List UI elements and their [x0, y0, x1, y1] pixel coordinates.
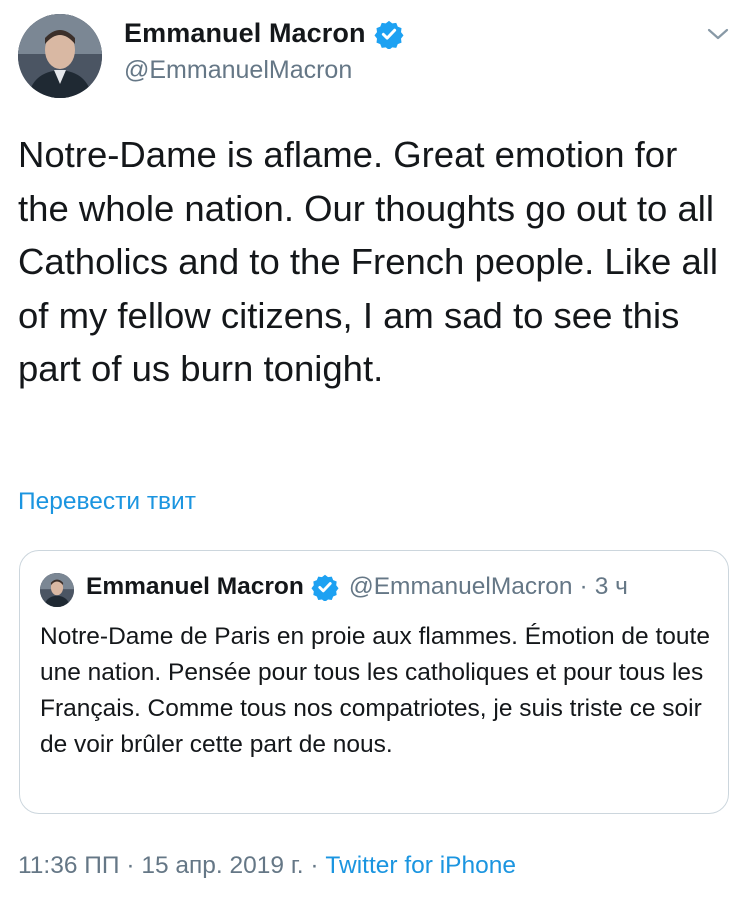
- author-name-row: Emmanuel Macron: [124, 18, 404, 50]
- quoted-author-handle: @EmmanuelMacron: [348, 573, 573, 600]
- author-name[interactable]: Emmanuel Macron: [124, 18, 366, 49]
- translate-tweet-link[interactable]: Перевести твит: [18, 488, 196, 516]
- tweet-footer: 11:36 ПП · 15 апр. 2019 г. · Twitter for…: [18, 852, 516, 880]
- author-handle[interactable]: @EmmanuelMacron: [124, 56, 352, 85]
- author-avatar[interactable]: [18, 14, 102, 98]
- chevron-down-icon[interactable]: [704, 20, 732, 48]
- tweet-header: Emmanuel Macron @EmmanuelMacron: [0, 0, 750, 110]
- tweet-source-link[interactable]: Twitter for iPhone: [325, 852, 516, 879]
- footer-separator: ·: [310, 852, 319, 879]
- tweet-time[interactable]: 11:36 ПП: [18, 852, 120, 879]
- quoted-tweet-card[interactable]: Emmanuel Macron @EmmanuelMacron · 3 ч No…: [19, 550, 729, 814]
- tweet-date[interactable]: 15 апр. 2019 г.: [141, 852, 303, 879]
- verified-badge-icon: [374, 19, 404, 50]
- quoted-author-name: Emmanuel Macron: [86, 573, 304, 600]
- quoted-tweet-text: Notre-Dame de Paris en proie aux flammes…: [40, 623, 710, 758]
- quoted-author-avatar: [40, 573, 74, 607]
- verified-badge-icon: [311, 573, 339, 602]
- quoted-tweet-age: 3 ч: [594, 573, 628, 600]
- footer-separator: ·: [126, 852, 135, 879]
- avatar-photo-icon: [18, 14, 102, 98]
- tweet-text: Notre-Dame is aflame. Great emotion for …: [18, 134, 719, 389]
- quoted-tweet-header: Emmanuel Macron @EmmanuelMacron · 3 ч: [86, 573, 628, 602]
- avatar-photo-icon: [40, 573, 74, 607]
- quoted-meta-separator: ·: [579, 573, 588, 600]
